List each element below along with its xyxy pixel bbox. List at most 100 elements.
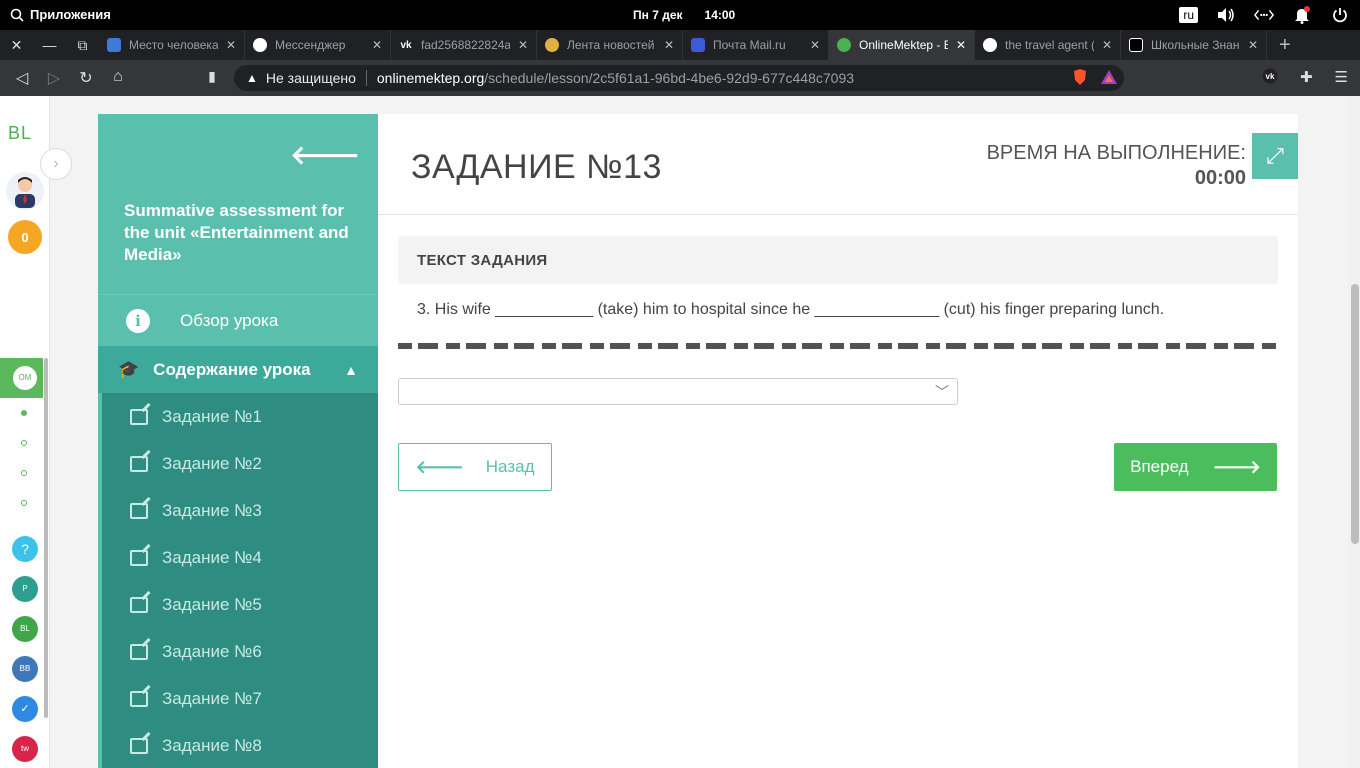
app-rail: BL 0 OM ? P BL BB ✓ tw <box>0 96 50 768</box>
volume-icon[interactable] <box>1216 5 1236 25</box>
tab-title: Место человека <box>129 38 218 52</box>
pisa-app-icon[interactable]: P <box>12 576 38 602</box>
notification-bell-icon[interactable] <box>1292 5 1312 25</box>
coin-counter[interactable]: 0 <box>8 220 42 254</box>
task-link[interactable]: Задание №1 <box>102 393 378 440</box>
answer-select[interactable]: ﹀ <box>398 378 958 405</box>
forward-arrow-icon[interactable]: ▷ <box>44 68 64 88</box>
next-button[interactable]: Вперед 🡒 <box>1114 443 1277 491</box>
brave-shield-icon[interactable] <box>1072 68 1088 89</box>
home-icon[interactable]: ⌂ <box>108 68 128 86</box>
extensions-puzzle-icon[interactable]: ✚ <box>1300 68 1313 88</box>
back-arrow-icon[interactable]: ◁ <box>12 68 32 88</box>
tab-close-icon[interactable]: ✕ <box>1102 38 1112 52</box>
tab-favicon-icon <box>983 38 997 52</box>
lesson-sidebar: 🡐 Summative assessment for the unit «Ent… <box>98 114 378 768</box>
network-icon[interactable] <box>1254 5 1274 25</box>
reload-icon[interactable]: ↻ <box>76 68 96 88</box>
edit-icon <box>130 455 148 472</box>
browser-tab[interactable]: Школьные Знан ✕ <box>1121 30 1267 60</box>
power-icon[interactable] <box>1330 5 1350 25</box>
vk-extension-icon[interactable]: vk <box>1262 68 1278 88</box>
rail-scrollbar[interactable] <box>44 358 48 718</box>
chevron-up-icon: ▲ <box>344 361 358 378</box>
address-bar[interactable]: ▲ Не защищено onlinemektep.org/schedule/… <box>234 65 1124 91</box>
browser-tab-active[interactable]: OnlineMektep - Е ✕ <box>829 30 975 60</box>
menu-hamburger-icon[interactable]: ☰ <box>1335 68 1348 88</box>
browser-tab[interactable]: Мессенджер ✕ <box>245 30 391 60</box>
bilim-book-app-icon[interactable]: BB <box>12 656 38 682</box>
task-link[interactable]: Задание №4 <box>102 534 378 581</box>
new-tab-icon[interactable]: + <box>1279 34 1291 57</box>
edit-icon <box>130 643 148 660</box>
task-label: Задание №3 <box>162 500 262 520</box>
task-link[interactable]: Задание №3 <box>102 487 378 534</box>
task-link[interactable]: Задание №5 <box>102 581 378 628</box>
next-button-label: Вперед <box>1130 457 1189 476</box>
rail-dot[interactable] <box>21 410 27 416</box>
overview-label: Обзор урока <box>180 310 279 330</box>
scrollbar-thumb[interactable] <box>1351 284 1359 544</box>
bl-logo[interactable]: BL <box>8 123 32 144</box>
tab-favicon-icon: vk <box>399 38 413 52</box>
tab-title: Почта Mail.ru <box>713 38 786 52</box>
online-mektep-app-icon[interactable]: OM <box>12 365 38 391</box>
bookmark-icon[interactable]: ▮ <box>202 68 222 85</box>
lesson-page: 🡐 Summative assessment for the unit «Ent… <box>50 96 1348 768</box>
back-button[interactable]: 🡐 Назад <box>398 443 552 491</box>
task-label: Задание №1 <box>162 406 262 426</box>
twig-app-icon[interactable]: tw <box>12 736 38 762</box>
bilim-land-app-icon[interactable]: BL <box>12 616 38 642</box>
language-indicator[interactable]: ru <box>1179 7 1198 23</box>
tab-close-icon[interactable]: ✕ <box>810 38 820 52</box>
edit-icon <box>130 549 148 566</box>
browser-tab[interactable]: the travel agent (✕ <box>975 30 1121 60</box>
clock[interactable]: Пн 7 дек 14:00 <box>633 8 735 22</box>
task-link[interactable]: Задание №6 <box>102 628 378 675</box>
tab-close-icon[interactable]: ✕ <box>226 38 236 52</box>
help-icon[interactable]: ? <box>12 536 38 562</box>
tab-title: Школьные Знан <box>1151 38 1240 52</box>
edit-icon <box>130 502 148 519</box>
checklist-app-icon[interactable]: ✓ <box>12 696 38 722</box>
avatar[interactable] <box>6 172 44 210</box>
divider <box>365 70 367 86</box>
page-scrollbar[interactable] <box>1348 96 1360 768</box>
tab-close-icon[interactable]: ✕ <box>518 38 528 52</box>
browser-tab[interactable]: vk fad2568822824a7 ✕ <box>391 30 537 60</box>
browser-tab[interactable]: Лента новостей ✕ <box>537 30 683 60</box>
task-list: Задание №1 Задание №2 Задание №3 Задание… <box>102 393 378 768</box>
rail-dot[interactable] <box>21 500 27 506</box>
fullscreen-expand-icon[interactable]: ⤢ <box>1252 133 1298 179</box>
minimize-window-icon[interactable]: — <box>33 30 66 60</box>
arrow-left-icon: 🡐 <box>415 456 464 477</box>
rail-dot[interactable] <box>21 470 27 476</box>
url-path: /schedule/lesson/2c5f61a1-96bd-4be6-92d9… <box>484 70 855 86</box>
timer-value: 00:00 <box>1194 167 1246 189</box>
lesson-content-toggle[interactable]: 🎓 Содержание урока ▲ <box>98 346 378 393</box>
sidebar-expand-icon[interactable]: › <box>40 148 72 180</box>
arrow-right-icon: 🡒 <box>1212 456 1261 477</box>
task-link[interactable]: Задание №7 <box>102 675 378 722</box>
lesson-title: Summative assessment for the unit «Enter… <box>124 201 349 264</box>
apps-menu[interactable]: Приложения <box>10 7 111 22</box>
lesson-overview-link[interactable]: i Обзор урока <box>98 294 378 346</box>
brave-rewards-icon[interactable] <box>1100 69 1118 88</box>
browser-tab[interactable]: Почта Mail.ru ✕ <box>683 30 829 60</box>
tab-close-icon[interactable]: ✕ <box>1248 38 1258 52</box>
chevron-down-icon: ﹀ <box>935 384 949 400</box>
tab-close-icon[interactable]: ✕ <box>956 38 966 52</box>
task-title: ЗАДАНИЕ №13 <box>411 148 662 186</box>
divider <box>378 214 1298 215</box>
restore-window-icon[interactable]: ⧉ <box>66 30 99 60</box>
task-link[interactable]: Задание №2 <box>102 440 378 487</box>
task-link[interactable]: Задание №8 <box>102 722 378 768</box>
back-arrow-icon[interactable]: 🡐 <box>290 140 360 171</box>
tab-close-icon[interactable]: ✕ <box>664 38 674 52</box>
rail-dot[interactable] <box>21 440 27 446</box>
tab-favicon-icon <box>837 38 851 52</box>
browser-tab[interactable]: Место человека ✕ <box>99 30 245 60</box>
rendering-artifact <box>398 343 1278 349</box>
tab-close-icon[interactable]: ✕ <box>372 38 382 52</box>
close-window-icon[interactable]: ✕ <box>0 30 33 60</box>
